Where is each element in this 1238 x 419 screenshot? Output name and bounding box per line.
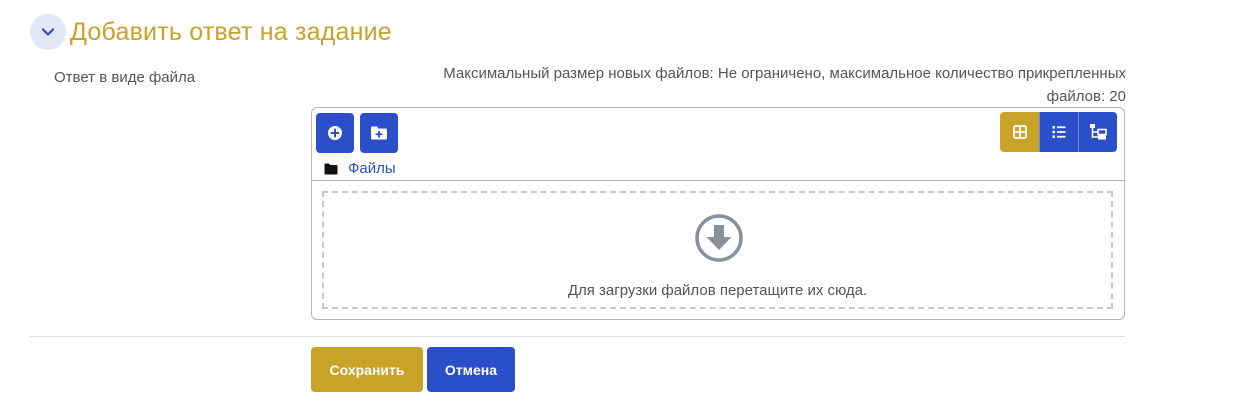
grid-view-icon <box>1012 125 1027 139</box>
file-limits-info: Максимальный размер новых файлов: Не огр… <box>312 62 1126 108</box>
add-file-button[interactable] <box>316 113 354 153</box>
grid-view-button[interactable] <box>1000 112 1039 152</box>
cancel-button[interactable]: Отмена <box>427 347 515 392</box>
download-arrow-icon <box>695 214 743 262</box>
collapse-toggle[interactable] <box>30 14 66 50</box>
file-limits-line2: файлов: 20 <box>1046 88 1126 105</box>
create-folder-button[interactable] <box>360 113 398 153</box>
folder-icon <box>324 163 338 174</box>
form-divider <box>30 336 1125 337</box>
tree-view-icon <box>1090 124 1107 140</box>
create-folder-icon <box>371 126 387 140</box>
list-view-icon <box>1052 126 1066 138</box>
save-button[interactable]: Сохранить <box>311 347 423 392</box>
add-file-icon <box>328 126 342 140</box>
view-switcher <box>1000 112 1117 152</box>
section-title: Добавить ответ на задание <box>70 17 392 46</box>
dropzone-text: Для загрузки файлов перетащите их сюда. <box>567 282 868 299</box>
field-label: Ответ в виде файла <box>54 69 196 86</box>
list-view-button[interactable] <box>1039 112 1078 152</box>
file-manager: Файлы Для загрузки файлов перетащите их … <box>311 107 1125 320</box>
submission-page: Добавить ответ на задание Ответ в виде ф… <box>0 0 1238 419</box>
path-link-files[interactable]: Файлы <box>348 160 396 177</box>
file-limits-line1: Максимальный размер новых файлов: Не огр… <box>443 65 1126 82</box>
section-header: Добавить ответ на задание <box>30 14 392 50</box>
chevron-down-icon <box>41 28 55 36</box>
tree-view-button[interactable] <box>1078 112 1117 152</box>
breadcrumb: Файлы <box>324 160 396 177</box>
file-dropzone[interactable]: Для загрузки файлов перетащите их сюда. <box>322 191 1113 309</box>
file-manager-divider <box>312 180 1124 181</box>
